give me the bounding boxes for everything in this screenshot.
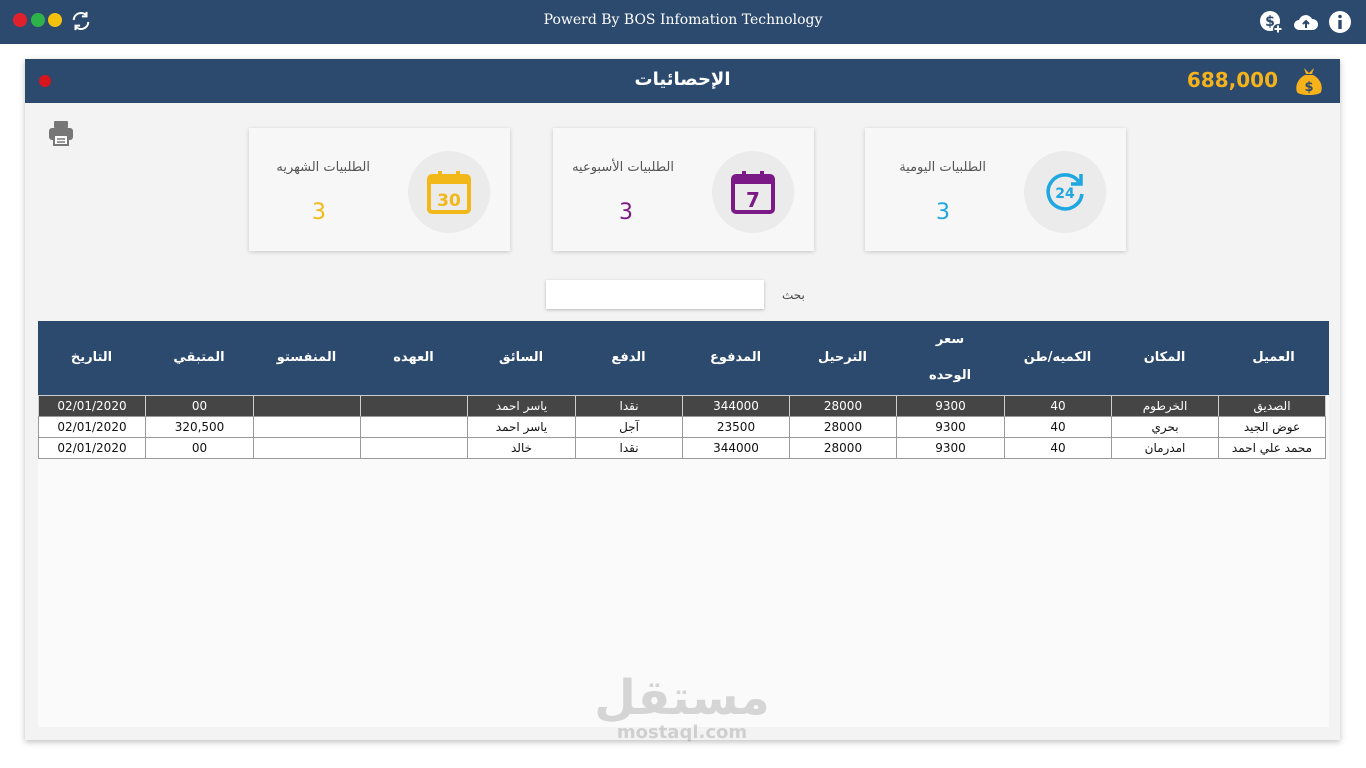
unit-price-header-line-1: سعر (935, 332, 965, 347)
cell-manifest (253, 437, 361, 459)
weekly-orders-label: الطلبيات الأسبوعيه (572, 160, 674, 175)
daily-orders-value: 3 (936, 200, 950, 225)
weekly-orders-card: 7 الطلبيات الأسبوعيه 3 (553, 128, 814, 251)
cell-manifest (253, 416, 361, 438)
cell-remaining: 00 (145, 395, 254, 417)
cell-client: محمد علي احمد (1218, 437, 1326, 459)
cell-place: بحري (1111, 416, 1219, 438)
column-header-remaining[interactable]: المتبقي (145, 321, 253, 395)
cell-driver: خالد (467, 437, 576, 459)
cell-unit-price: 9300 (896, 395, 1005, 417)
cell-custody (360, 395, 468, 417)
cell-quantity: 40 (1004, 437, 1112, 459)
cell-manifest (253, 395, 361, 417)
unit-price-header-line-2: الوحده (928, 368, 972, 383)
table-header: العميل المكان الكميه/طن سعر الوحده الترح… (38, 321, 1329, 395)
column-header-custody[interactable]: العهده (360, 321, 467, 395)
monthly-orders-label: الطلبيات الشهريه (276, 160, 370, 175)
cell-transport: 28000 (789, 395, 897, 417)
calendar-30-icon: 30 (427, 171, 471, 214)
svg-text:30: 30 (437, 191, 461, 211)
cell-paid: 344000 (682, 395, 790, 417)
cell-payment: آجل (575, 416, 683, 438)
cell-place: امدرمان (1111, 437, 1219, 459)
printer-icon[interactable] (47, 119, 75, 147)
table-row[interactable]: عوض الجيد بحري 40 9300 28000 23500 آجل ي… (38, 416, 1326, 438)
cloud-upload-icon[interactable] (1293, 10, 1319, 34)
orders-table: العميل المكان الكميه/طن سعر الوحده الترح… (38, 321, 1329, 727)
cell-custody (360, 416, 468, 438)
daily-orders-label: الطلبيات اليومية (899, 160, 986, 175)
panel-title: الإحصائيات (634, 69, 731, 90)
column-header-client[interactable]: العميل (1218, 321, 1329, 395)
column-header-date[interactable]: التاريخ (38, 321, 145, 395)
column-header-payment[interactable]: الدفع (575, 321, 682, 395)
cell-quantity: 40 (1004, 416, 1112, 438)
watermark-latin: mostaql.com (616, 722, 748, 743)
calendar-icon-circle: 7 (712, 151, 794, 233)
cell-remaining: 00 (145, 437, 254, 459)
column-header-transport[interactable]: الترحيل (789, 321, 896, 395)
calendar-7-icon: 7 (731, 171, 775, 214)
cell-remaining: 320,500 (145, 416, 254, 438)
cell-driver: ياسر احمد (467, 395, 576, 417)
watermark-arabic: مستقل (594, 670, 770, 726)
column-header-manifest[interactable]: المنفستو (253, 321, 360, 395)
weekly-orders-value: 3 (619, 200, 633, 225)
calendar-icon-circle: 30 (408, 151, 490, 233)
info-icon[interactable] (1328, 10, 1352, 34)
cell-client: عوض الجيد (1218, 416, 1326, 438)
cell-transport: 28000 (789, 416, 897, 438)
panel-header: الإحصائيات 688,000 $ (25, 59, 1340, 103)
app-title: Powerd By BOS Infomation Technology (543, 12, 823, 28)
column-header-unit-price[interactable]: سعر الوحده (896, 321, 1004, 395)
svg-text:7: 7 (746, 188, 760, 212)
cell-place: الخرطوم (1111, 395, 1219, 417)
clock-icon-circle: 24 (1024, 151, 1106, 233)
column-header-driver[interactable]: السائق (467, 321, 575, 395)
cell-date: 02/01/2020 (38, 395, 146, 417)
cell-unit-price: 9300 (896, 416, 1005, 438)
title-bar: Powerd By BOS Infomation Technology $ (0, 0, 1366, 44)
table-row[interactable]: الصديق الخرطوم 40 9300 28000 344000 نقدا… (38, 395, 1326, 417)
cell-paid: 344000 (682, 437, 790, 459)
monthly-orders-value: 3 (312, 200, 326, 225)
cell-unit-price: 9300 (896, 437, 1005, 459)
column-header-paid[interactable]: المدفوع (682, 321, 789, 395)
monthly-orders-card: 30 الطلبيات الشهريه 3 (249, 128, 510, 251)
cell-client: الصديق (1218, 395, 1326, 417)
search-label: بحث (782, 288, 805, 302)
cell-custody (360, 437, 468, 459)
search-input[interactable] (546, 280, 764, 309)
svg-text:$: $ (1304, 80, 1313, 95)
column-header-place[interactable]: المكان (1111, 321, 1218, 395)
daily-orders-card: 24 الطلبيات اليومية 3 (865, 128, 1126, 251)
money-bag-icon: $ (1296, 68, 1322, 95)
cell-driver: ياسر احمد (467, 416, 576, 438)
cell-transport: 28000 (789, 437, 897, 459)
cell-quantity: 40 (1004, 395, 1112, 417)
cell-payment: نقدا (575, 437, 683, 459)
24-hours-icon: 24 (1046, 173, 1084, 211)
cell-date: 02/01/2020 (38, 416, 146, 438)
table-row[interactable]: محمد علي احمد امدرمان 40 9300 28000 3440… (38, 437, 1326, 459)
balance-value: 688,000 (1186, 68, 1278, 92)
mostaql-watermark: مستقل mostaql.com (592, 670, 772, 750)
cell-paid: 23500 (682, 416, 790, 438)
add-money-icon[interactable]: $ (1259, 10, 1283, 34)
cell-payment: نقدا (575, 395, 683, 417)
statistics-panel: الإحصائيات 688,000 $ 30 الطلبيات الشهريه… (25, 59, 1340, 740)
cell-date: 02/01/2020 (38, 437, 146, 459)
svg-text:24: 24 (1055, 186, 1075, 202)
column-header-quantity[interactable]: الكميه/طن (1004, 321, 1111, 395)
